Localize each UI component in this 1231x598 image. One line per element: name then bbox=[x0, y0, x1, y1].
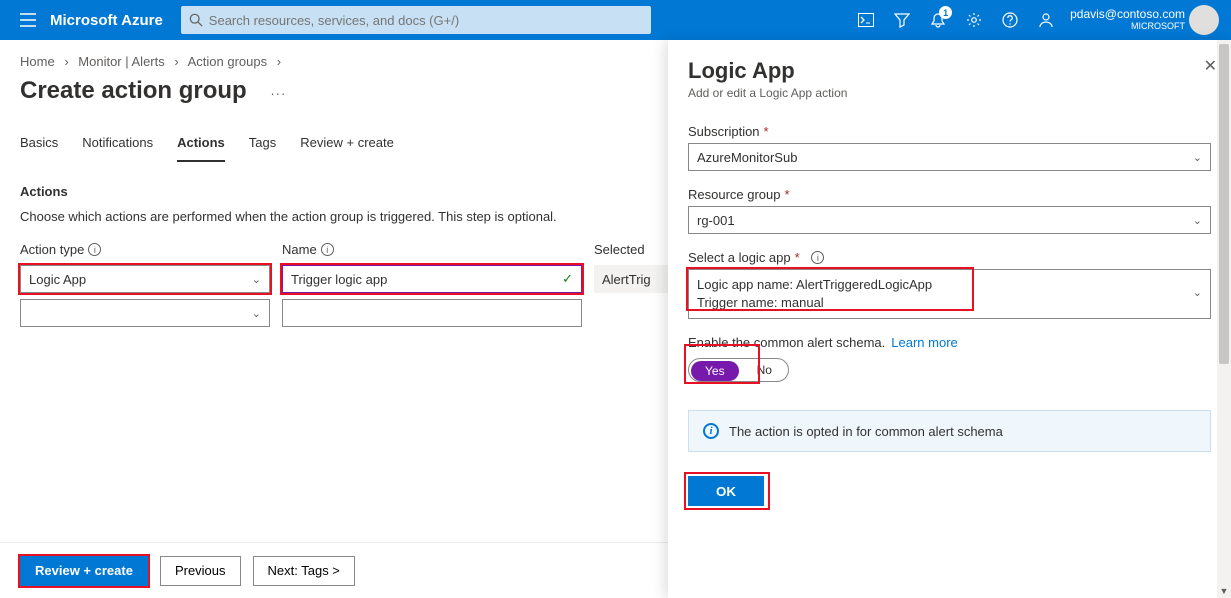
top-navigation-bar: Microsoft Azure 1 pdavis@contoso.com MIC… bbox=[0, 0, 1231, 40]
close-icon[interactable]: ✕ bbox=[1204, 56, 1217, 76]
action-name-input-row1[interactable]: Trigger logic app ✓ bbox=[282, 265, 582, 293]
tab-notifications[interactable]: Notifications bbox=[82, 135, 153, 162]
column-header-name: Name i bbox=[282, 242, 582, 257]
resource-group-value: rg-001 bbox=[697, 213, 735, 228]
cloud-shell-icon[interactable] bbox=[848, 0, 884, 40]
info-icon[interactable]: i bbox=[321, 243, 334, 256]
column-header-action-type: Action type i bbox=[20, 242, 270, 257]
global-search[interactable] bbox=[181, 6, 651, 34]
select-logic-app-label: Select a logic app * i bbox=[688, 250, 1211, 265]
info-icon[interactable]: i bbox=[88, 243, 101, 256]
panel-subtitle: Add or edit a Logic App action bbox=[688, 86, 1211, 100]
chevron-down-icon: ⌄ bbox=[1193, 286, 1202, 301]
action-type-select-row2[interactable]: ⌄ bbox=[20, 299, 270, 327]
subscription-select[interactable]: AzureMonitorSub ⌄ bbox=[688, 143, 1211, 171]
logic-app-name-line: Logic app name: AlertTriggeredLogicApp bbox=[697, 276, 932, 294]
user-org: MICROSOFT bbox=[1070, 22, 1185, 32]
chevron-down-icon: ⌄ bbox=[252, 273, 261, 286]
resource-group-label: Resource group * bbox=[688, 187, 1211, 202]
action-type-value: Logic App bbox=[29, 272, 86, 287]
tab-basics[interactable]: Basics bbox=[20, 135, 58, 162]
scrollbar-thumb[interactable] bbox=[1219, 44, 1229, 364]
scroll-down-arrow-icon[interactable]: ▼ bbox=[1217, 584, 1231, 598]
logic-app-trigger-line: Trigger name: manual bbox=[697, 294, 932, 312]
settings-gear-icon[interactable] bbox=[956, 0, 992, 40]
action-name-input-row2[interactable] bbox=[282, 299, 582, 327]
info-banner: i The action is opted in for common aler… bbox=[688, 410, 1211, 452]
vertical-scrollbar[interactable]: ▲ ▼ bbox=[1217, 40, 1231, 598]
info-icon: i bbox=[703, 423, 719, 439]
review-create-button[interactable]: Review + create bbox=[20, 556, 148, 586]
chevron-down-icon: ⌄ bbox=[1193, 214, 1202, 227]
action-name-value: Trigger logic app bbox=[291, 272, 387, 287]
hamburger-menu-icon[interactable] bbox=[8, 0, 48, 40]
previous-button[interactable]: Previous bbox=[160, 556, 241, 586]
search-icon bbox=[189, 13, 203, 27]
notification-badge: 1 bbox=[939, 6, 952, 19]
subscription-label: Subscription * bbox=[688, 124, 1211, 139]
logic-app-panel: ✕ Logic App Add or edit a Logic App acti… bbox=[668, 40, 1231, 598]
help-icon[interactable] bbox=[992, 0, 1028, 40]
info-icon[interactable]: i bbox=[811, 251, 824, 264]
directory-filter-icon[interactable] bbox=[884, 0, 920, 40]
panel-title: Logic App bbox=[688, 58, 1211, 84]
enable-schema-yes[interactable]: Yes bbox=[691, 361, 739, 381]
chevron-right-icon: › bbox=[64, 54, 68, 69]
avatar[interactable] bbox=[1189, 5, 1219, 35]
action-type-select-row1[interactable]: Logic App ⌄ bbox=[20, 265, 270, 293]
page-title: Create action group bbox=[20, 77, 247, 105]
chevron-right-icon: › bbox=[174, 54, 178, 69]
resource-group-select[interactable]: rg-001 ⌄ bbox=[688, 206, 1211, 234]
tab-actions[interactable]: Actions bbox=[177, 135, 225, 162]
next-button[interactable]: Next: Tags > bbox=[253, 556, 355, 586]
user-email: pdavis@contoso.com bbox=[1070, 8, 1185, 21]
subscription-value: AzureMonitorSub bbox=[697, 150, 797, 165]
search-input[interactable] bbox=[209, 13, 643, 28]
tab-tags[interactable]: Tags bbox=[249, 135, 276, 162]
brand-label: Microsoft Azure bbox=[50, 12, 163, 29]
tab-review-create[interactable]: Review + create bbox=[300, 135, 394, 162]
breadcrumb-home[interactable]: Home bbox=[20, 54, 55, 69]
user-account-info[interactable]: pdavis@contoso.com MICROSOFT bbox=[1070, 8, 1185, 31]
checkmark-icon: ✓ bbox=[562, 271, 573, 287]
more-menu-icon[interactable]: ··· bbox=[270, 86, 286, 101]
enable-schema-toggle[interactable]: Yes No bbox=[688, 358, 789, 382]
breadcrumb-monitor-alerts[interactable]: Monitor | Alerts bbox=[78, 54, 164, 69]
chevron-down-icon: ⌄ bbox=[252, 307, 261, 320]
breadcrumb-action-groups[interactable]: Action groups bbox=[188, 54, 268, 69]
logic-app-select[interactable]: Logic app name: AlertTriggeredLogicApp T… bbox=[688, 269, 1211, 319]
notifications-bell-icon[interactable]: 1 bbox=[920, 0, 956, 40]
enable-schema-no[interactable]: No bbox=[741, 359, 788, 381]
ok-button[interactable]: OK bbox=[688, 476, 764, 506]
info-banner-text: The action is opted in for common alert … bbox=[729, 424, 1003, 439]
chevron-right-icon: › bbox=[277, 54, 281, 69]
enable-schema-label: Enable the common alert schema.Learn mor… bbox=[688, 335, 1211, 350]
learn-more-link[interactable]: Learn more bbox=[891, 335, 957, 350]
chevron-down-icon: ⌄ bbox=[1193, 151, 1202, 164]
feedback-icon[interactable] bbox=[1028, 0, 1064, 40]
